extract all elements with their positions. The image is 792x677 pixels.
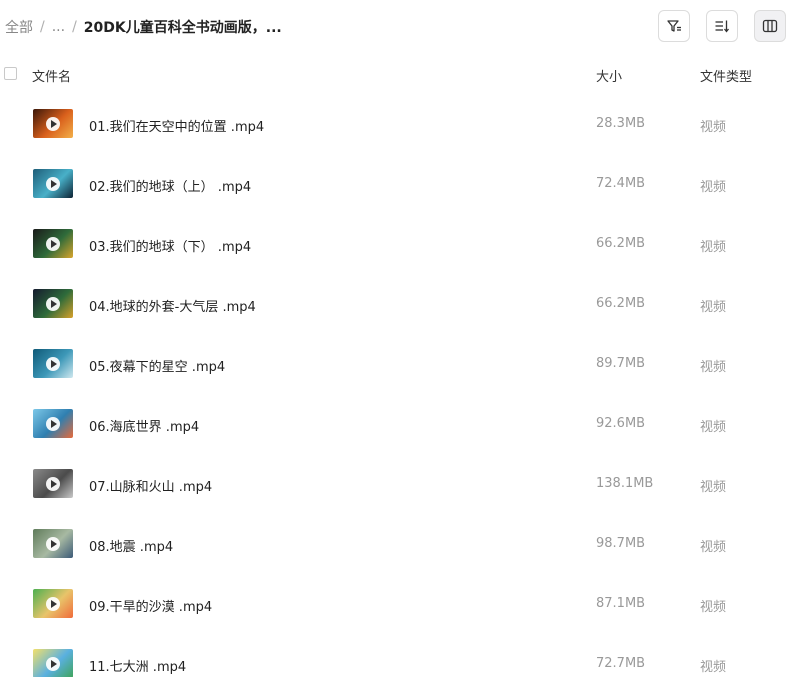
file-type: 视频 xyxy=(700,600,727,615)
video-thumbnail[interactable] xyxy=(33,649,73,677)
file-type: 视频 xyxy=(700,660,727,675)
play-icon xyxy=(46,117,60,131)
play-icon xyxy=(46,657,60,671)
file-name[interactable]: 03.我们的地球（下） .mp4 xyxy=(89,236,251,255)
breadcrumb-separator: / xyxy=(72,19,77,35)
play-icon xyxy=(46,297,60,311)
sort-button[interactable] xyxy=(706,10,738,42)
file-size: 66.2MB xyxy=(596,296,646,311)
play-icon xyxy=(46,237,60,251)
file-name[interactable]: 11.七大洲 .mp4 xyxy=(89,656,186,675)
breadcrumb-ellipsis[interactable]: ... xyxy=(52,19,65,35)
file-type: 视频 xyxy=(700,300,727,315)
file-type: 视频 xyxy=(700,180,727,195)
file-row[interactable]: 03.我们的地球（下） .mp4 66.2MB 视频 xyxy=(0,214,792,274)
file-size: 98.7MB xyxy=(596,536,646,551)
breadcrumb-current: 20DK儿童百科全书动画版，... xyxy=(83,20,282,36)
file-row[interactable]: 06.海底世界 .mp4 92.6MB 视频 xyxy=(0,394,792,454)
video-thumbnail[interactable] xyxy=(33,409,73,438)
file-type: 视频 xyxy=(700,120,727,135)
file-type: 视频 xyxy=(700,420,727,435)
file-size: 72.7MB xyxy=(596,656,646,671)
video-thumbnail[interactable] xyxy=(33,289,73,318)
breadcrumb-separator: / xyxy=(40,19,45,35)
file-size: 87.1MB xyxy=(596,596,646,611)
file-row[interactable]: 09.干旱的沙漠 .mp4 87.1MB 视频 xyxy=(0,574,792,634)
play-icon xyxy=(46,537,60,551)
file-size: 89.7MB xyxy=(596,356,646,371)
select-all-checkbox[interactable] xyxy=(4,67,17,80)
file-name[interactable]: 04.地球的外套-大气层 .mp4 xyxy=(89,296,256,315)
file-size: 72.4MB xyxy=(596,176,646,191)
file-type: 视频 xyxy=(700,540,727,555)
video-thumbnail[interactable] xyxy=(33,229,73,258)
file-size: 138.1MB xyxy=(596,476,654,491)
file-size: 92.6MB xyxy=(596,416,646,431)
file-row[interactable]: 04.地球的外套-大气层 .mp4 66.2MB 视频 xyxy=(0,274,792,334)
file-row[interactable]: 11.七大洲 .mp4 72.7MB 视频 xyxy=(0,634,792,677)
play-icon xyxy=(46,357,60,371)
column-view-icon xyxy=(762,19,778,33)
file-name[interactable]: 01.我们在天空中的位置 .mp4 xyxy=(89,116,264,135)
breadcrumb: 全部 / ... / 20DK儿童百科全书动画版，... xyxy=(5,17,282,37)
file-row[interactable]: 01.我们在天空中的位置 .mp4 28.3MB 视频 xyxy=(0,94,792,154)
file-size: 28.3MB xyxy=(596,116,646,131)
file-type: 视频 xyxy=(700,360,727,375)
sort-icon xyxy=(715,20,730,33)
video-thumbnail[interactable] xyxy=(33,109,73,138)
video-thumbnail[interactable] xyxy=(33,469,73,498)
file-row[interactable]: 08.地震 .mp4 98.7MB 视频 xyxy=(0,514,792,574)
video-thumbnail[interactable] xyxy=(33,169,73,198)
file-name[interactable]: 09.干旱的沙漠 .mp4 xyxy=(89,596,212,615)
breadcrumb-root[interactable]: 全部 xyxy=(5,17,33,37)
file-row[interactable]: 05.夜幕下的星空 .mp4 89.7MB 视频 xyxy=(0,334,792,394)
play-icon xyxy=(46,597,60,611)
play-icon xyxy=(46,177,60,191)
column-header-name[interactable]: 文件名 xyxy=(32,66,71,85)
play-icon xyxy=(46,417,60,431)
filter-button[interactable] xyxy=(658,10,690,42)
file-row[interactable]: 02.我们的地球（上） .mp4 72.4MB 视频 xyxy=(0,154,792,214)
file-row[interactable]: 07.山脉和火山 .mp4 138.1MB 视频 xyxy=(0,454,792,514)
view-toggle-button[interactable] xyxy=(754,10,786,42)
file-name[interactable]: 02.我们的地球（上） .mp4 xyxy=(89,176,251,195)
file-type: 视频 xyxy=(700,240,727,255)
file-name[interactable]: 07.山脉和火山 .mp4 xyxy=(89,476,212,495)
file-name[interactable]: 05.夜幕下的星空 .mp4 xyxy=(89,356,225,375)
file-type: 视频 xyxy=(700,480,727,495)
video-thumbnail[interactable] xyxy=(33,589,73,618)
file-size: 66.2MB xyxy=(596,236,646,251)
file-name[interactable]: 06.海底世界 .mp4 xyxy=(89,416,199,435)
column-header-type[interactable]: 文件类型 xyxy=(700,66,752,85)
file-name[interactable]: 08.地震 .mp4 xyxy=(89,536,173,555)
top-bar: 全部 / ... / 20DK儿童百科全书动画版，... xyxy=(0,0,792,52)
filter-icon xyxy=(667,20,681,32)
video-thumbnail[interactable] xyxy=(33,529,73,558)
video-thumbnail[interactable] xyxy=(33,349,73,378)
play-icon xyxy=(46,477,60,491)
column-header-size[interactable]: 大小 xyxy=(596,66,622,85)
